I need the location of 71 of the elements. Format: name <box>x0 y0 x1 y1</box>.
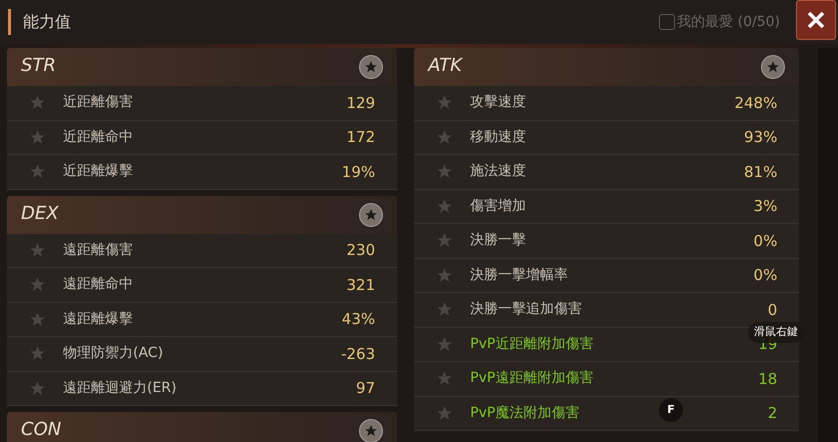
stat-value: 172 <box>346 127 376 148</box>
stat-name: 遠距離傷害 <box>63 240 133 260</box>
stat-value: 129 <box>346 92 376 114</box>
stat-name: 遠距離命中 <box>63 275 133 294</box>
stat-value: 2 <box>768 403 778 424</box>
star-icon[interactable] <box>436 370 454 388</box>
section-title: CON <box>21 419 62 441</box>
favorite-section-button[interactable] <box>359 202 384 226</box>
section-title: ATK <box>428 55 462 77</box>
stat-name: 近距離傷害 <box>63 93 133 112</box>
favorite-section-button[interactable] <box>761 55 786 79</box>
window-title: 能力值 <box>23 11 71 33</box>
stat-name: 攻擊速度 <box>470 93 526 112</box>
stat-name: 決勝一擊追加傷害 <box>470 300 582 320</box>
star-icon[interactable] <box>436 128 454 146</box>
star-icon[interactable] <box>29 380 46 397</box>
stat-value: 19% <box>342 162 376 182</box>
star-icon[interactable] <box>766 60 780 74</box>
close-button[interactable] <box>796 0 836 40</box>
stat-name: 傷害增加 <box>470 196 526 216</box>
stat-name: PvP近距離附加傷害 <box>470 334 594 354</box>
favorites-checkbox[interactable] <box>659 14 676 30</box>
stat-name: 遠距離迴避力(ER) <box>63 378 176 398</box>
favorites-label: 我的最愛 (0/50) <box>677 12 780 32</box>
stat-name: 近距離爆擊 <box>63 162 133 182</box>
star-icon[interactable] <box>29 345 46 362</box>
favorite-section-button[interactable] <box>359 55 384 79</box>
section-title: STR <box>21 55 56 77</box>
stat-name: 施法速度 <box>470 162 526 182</box>
stat-value: 3% <box>754 196 778 217</box>
star-icon[interactable] <box>29 242 46 259</box>
stat-value: 97 <box>356 378 376 399</box>
stat-name: 近距離命中 <box>63 128 133 147</box>
star-icon[interactable] <box>436 301 454 318</box>
stat-value: 93% <box>744 127 778 148</box>
star-icon[interactable] <box>364 60 378 74</box>
close-icon <box>806 10 826 30</box>
stat-value: 230 <box>346 240 376 261</box>
stat-value: 0% <box>754 265 778 286</box>
star-icon[interactable] <box>436 198 454 215</box>
stat-name: PvP魔法附加傷害 <box>470 404 580 423</box>
star-icon[interactable] <box>436 336 454 353</box>
star-icon[interactable] <box>29 163 46 180</box>
stat-name: PvP遠距離附加傷害 <box>470 369 594 388</box>
star-icon[interactable] <box>29 310 46 328</box>
star-icon[interactable] <box>436 404 454 422</box>
star-icon[interactable] <box>364 208 378 222</box>
stat-value: 0% <box>754 230 778 252</box>
star-icon[interactable] <box>436 232 454 250</box>
stat-name: 遠距離爆擊 <box>63 310 133 329</box>
star-icon[interactable] <box>436 94 454 112</box>
star-icon[interactable] <box>364 424 378 438</box>
star-icon[interactable] <box>29 94 46 112</box>
star-icon[interactable] <box>436 163 454 180</box>
favorite-section-button[interactable] <box>359 419 384 442</box>
stat-value: 248% <box>734 92 778 114</box>
stat-name: 移動速度 <box>470 128 526 147</box>
stat-name: 物理防禦力(AC) <box>63 344 164 364</box>
stat-value: 81% <box>744 162 778 182</box>
stat-name: 決勝一擊 <box>470 231 526 250</box>
stat-value: 321 <box>346 274 376 296</box>
stat-value: 18 <box>758 368 778 390</box>
star-icon[interactable] <box>29 276 46 294</box>
stat-value: 0 <box>768 300 778 320</box>
section-title: DEX <box>21 202 59 224</box>
stat-value: -263 <box>341 344 376 364</box>
stat-name: 決勝一擊增幅率 <box>470 266 568 285</box>
star-icon[interactable] <box>436 266 454 284</box>
star-icon[interactable] <box>29 128 46 146</box>
stat-value: 43% <box>342 309 376 330</box>
hint-tooltip: 滑鼠右鍵 <box>748 322 804 342</box>
